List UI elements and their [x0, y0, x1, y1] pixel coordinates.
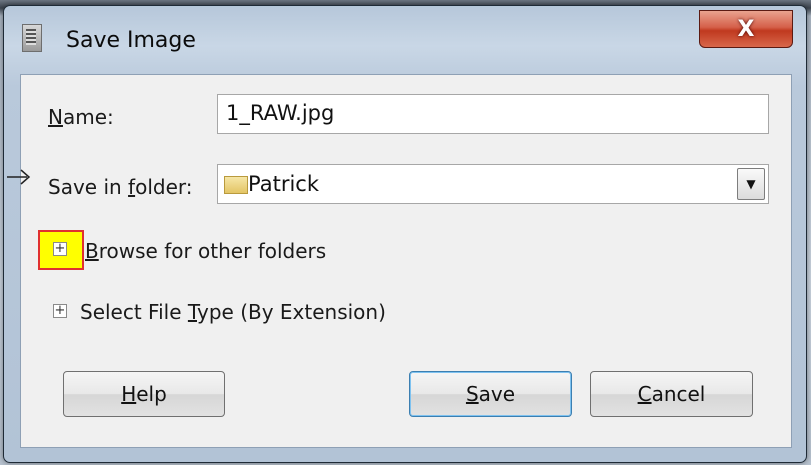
dialog-content: Name: 1_RAW.jpg Save in folder: Patrick …	[7, 74, 792, 448]
close-icon: X	[737, 16, 755, 42]
save-button[interactable]: Save	[409, 371, 572, 417]
dropdown-arrow-icon[interactable]: ▼	[737, 168, 765, 200]
folder-dropdown[interactable]: Patrick ▼	[217, 164, 769, 204]
name-input[interactable]: 1_RAW.jpg	[217, 94, 769, 134]
expander-plus-icon[interactable]: +	[53, 304, 67, 318]
window-title: Save Image	[66, 28, 196, 53]
cancel-button[interactable]: Cancel	[590, 371, 753, 417]
save-in-folder-label: Save in folder:	[48, 175, 193, 199]
app-icon	[22, 24, 42, 52]
save-image-dialog: Save Image X Name: 1_RAW.jpg Save in fol…	[3, 5, 807, 463]
arrow-pointer-icon	[7, 169, 31, 185]
folder-value: Patrick	[248, 172, 319, 196]
browse-folders-expander[interactable]: Browse for other folders	[85, 239, 326, 263]
name-label: Name:	[48, 105, 114, 129]
expander-plus-icon[interactable]: +	[53, 242, 67, 256]
folder-icon	[224, 176, 248, 194]
select-file-type-expander[interactable]: Select File Type (By Extension)	[80, 300, 386, 324]
close-button[interactable]: X	[699, 10, 793, 48]
help-button[interactable]: Help	[63, 371, 225, 417]
title-bar[interactable]: Save Image X	[4, 6, 806, 74]
